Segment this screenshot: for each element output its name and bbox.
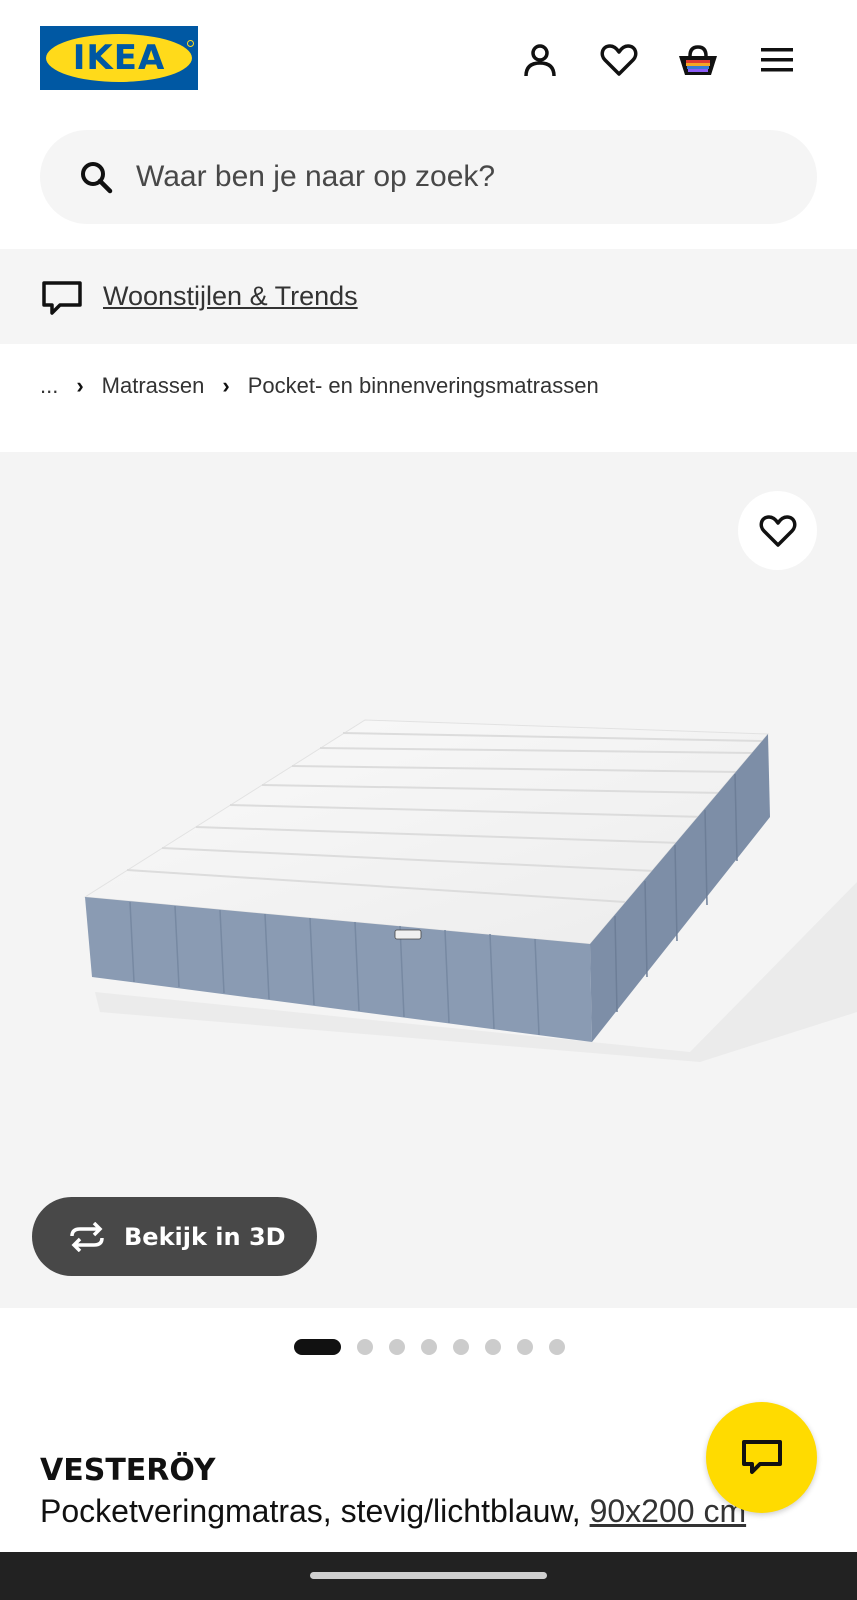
account-icon[interactable] — [518, 38, 562, 82]
trends-link[interactable]: Woonstijlen & Trends — [103, 281, 358, 312]
trends-banner: Woonstijlen & Trends — [0, 249, 857, 344]
view-in-3d-button[interactable]: Bekijk in 3D — [32, 1197, 317, 1276]
home-gesture-bar[interactable] — [310, 1572, 547, 1579]
pagination-dot[interactable] — [485, 1339, 501, 1355]
rotate-3d-icon — [70, 1221, 104, 1252]
mattress-image — [83, 719, 857, 1062]
search-placeholder: Waar ben je naar op zoek? — [136, 160, 496, 193]
ikea-logo[interactable]: IKEA — [40, 26, 198, 90]
menu-icon[interactable] — [755, 38, 799, 82]
search-icon — [81, 162, 113, 194]
product-name: VESTERÖY — [40, 1453, 216, 1488]
pagination-dot[interactable] — [453, 1339, 469, 1355]
pagination-dot[interactable] — [357, 1339, 373, 1355]
product-description-text: Pocketveringmatras, stevig/lichtblauw, — [40, 1493, 590, 1529]
cart-icon[interactable] — [676, 38, 720, 82]
breadcrumb-matrassen[interactable]: Matrassen — [102, 373, 205, 399]
logo-text: IKEA — [72, 38, 166, 78]
heart-icon[interactable] — [597, 38, 641, 82]
search-bar[interactable]: Waar ben je naar op zoek? — [40, 130, 817, 224]
product-size-link[interactable]: 90x200 cm — [590, 1493, 747, 1529]
chat-bubble-icon — [42, 280, 82, 315]
pagination-dot[interactable] — [389, 1339, 405, 1355]
system-navigation-bar — [0, 1552, 857, 1600]
logo-oval: IKEA — [46, 34, 192, 82]
pagination-dot[interactable] — [517, 1339, 533, 1355]
breadcrumb-pocket[interactable]: Pocket- en binnenveringsmatrassen — [248, 373, 599, 399]
save-to-favorites-button[interactable] — [738, 491, 817, 570]
chat-bubble-icon — [741, 1439, 782, 1474]
pagination-dot[interactable] — [421, 1339, 437, 1355]
product-image-gallery[interactable] — [0, 452, 857, 1308]
breadcrumb: ... › Matrassen › Pocket- en binnenverin… — [40, 370, 599, 402]
mattress-label — [394, 929, 422, 940]
breadcrumb-ellipsis[interactable]: ... — [40, 373, 58, 399]
chat-button[interactable] — [706, 1402, 817, 1513]
chevron-right-icon: › — [76, 373, 84, 398]
pagination-dot[interactable] — [549, 1339, 565, 1355]
product-description: Pocketveringmatras, stevig/lichtblauw, 9… — [40, 1493, 746, 1530]
registered-mark — [187, 40, 194, 47]
header: IKEA — [0, 0, 857, 120]
heart-icon — [759, 514, 796, 547]
pagination-dot[interactable] — [294, 1339, 341, 1355]
gallery-pagination — [294, 1339, 581, 1355]
view-in-3d-label: Bekijk in 3D — [124, 1222, 286, 1251]
chevron-right-icon: › — [222, 373, 230, 398]
